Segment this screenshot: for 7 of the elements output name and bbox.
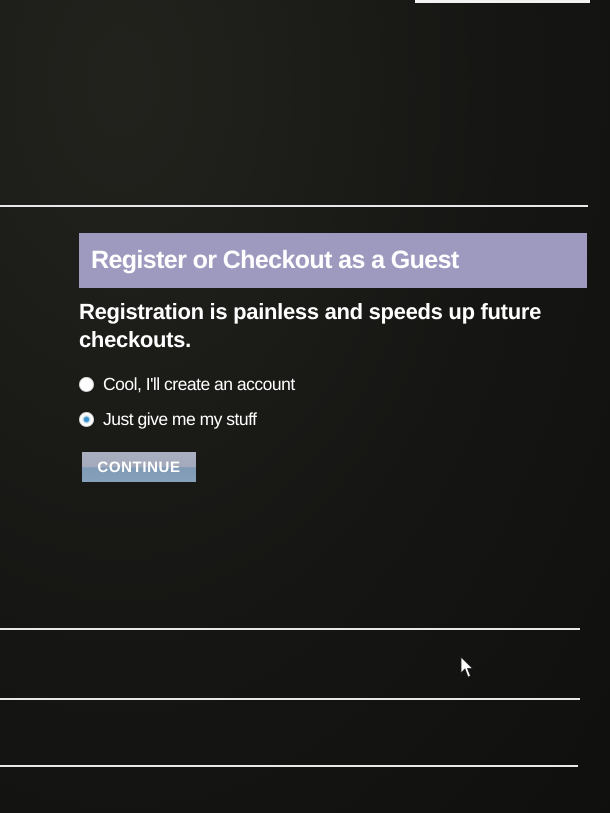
radio-button[interactable] [79,412,94,427]
mouse-cursor-icon [460,656,473,678]
radio-button[interactable] [79,377,94,392]
section-heading: Register or Checkout as a Guest [79,233,587,288]
intro-text: Registration is painless and speeds up future checkouts. [79,298,542,354]
option-label[interactable]: Cool, I'll create an account [103,374,295,395]
option-label[interactable]: Just give me my stuff [103,409,257,430]
